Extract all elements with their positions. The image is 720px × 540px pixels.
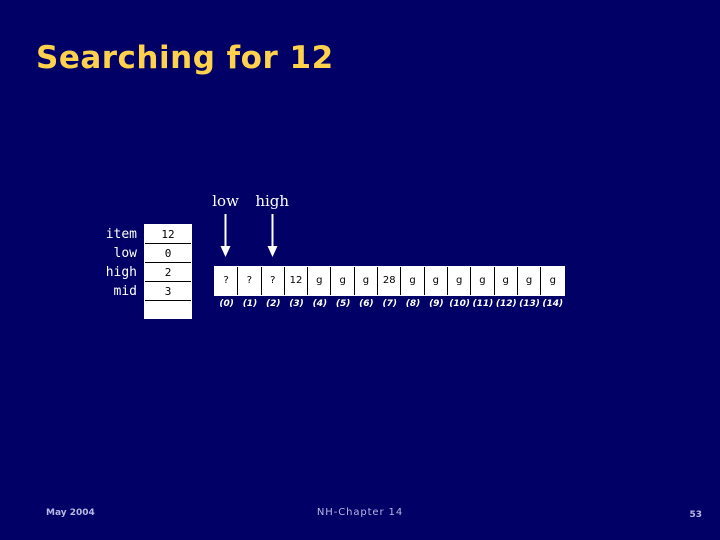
array-index: (4) (312, 299, 328, 309)
page-title: Searching for 12 (36, 40, 334, 76)
array-index: (7) (382, 299, 397, 309)
array-cell: g (425, 267, 448, 295)
array-cell: g (401, 267, 425, 295)
slide: Searching for 12 item 12 low 0 high 2 mi… (0, 0, 720, 540)
array-cell: g (471, 267, 495, 295)
pointer-high: high (242, 192, 302, 258)
array-cell: 12 (285, 267, 309, 295)
variable-value-low: 0 (164, 246, 172, 260)
array-cell: ? (238, 267, 262, 295)
variable-value-high: 2 (164, 265, 172, 279)
array-index: (8) (405, 299, 421, 309)
variable-label-high: high (105, 265, 137, 280)
array-index-labels: (0) (1) (2) (3) (4) (5) (6) (7) (8) (9) … (215, 298, 565, 310)
array-cell: 28 (378, 267, 402, 295)
array-cell: g (549, 275, 556, 286)
pointer-high-label: high (255, 192, 290, 210)
array-cell: ? (215, 267, 239, 295)
array-index: (3) (289, 299, 304, 309)
array-diagram: ? ? ? 12 g g g 28 g g g g g g g (0) (1) … (214, 266, 566, 310)
table-row: high 2 (106, 263, 191, 282)
array-index: (9) (429, 299, 444, 309)
array-index: (10) (449, 299, 470, 309)
down-arrow-icon (220, 214, 231, 257)
array-index: (0) (219, 299, 234, 309)
variable-value-item: 12 (161, 227, 175, 241)
array-index: (5) (335, 299, 351, 309)
footer-chapter: NH-Chapter 14 (316, 507, 404, 518)
array-cells: ? ? ? 12 g g g 28 g g g g g g g (214, 266, 566, 296)
array-cell: g (495, 267, 518, 295)
array-cell: g (331, 267, 355, 295)
variable-label-mid: mid (113, 284, 137, 299)
array-index: (12) (495, 299, 517, 309)
variable-value-mid: 3 (164, 284, 172, 298)
array-index: (11) (472, 299, 494, 309)
table-row: low 0 (114, 244, 191, 263)
array-index: (1) (242, 299, 258, 309)
table-row-empty (145, 301, 191, 320)
table-row: item 12 (106, 225, 191, 244)
array-cell: g (308, 267, 332, 295)
variable-table: item 12 low 0 high 2 mid 3 (106, 224, 192, 320)
array-index: (13) (519, 299, 540, 309)
array-cell: g (518, 267, 542, 295)
variable-label-empty (17, 301, 137, 320)
table-row: mid 3 (114, 282, 191, 301)
variable-label-low: low (113, 246, 137, 261)
footer-page-number: 53 (689, 510, 702, 520)
variable-value-empty (145, 301, 191, 320)
variable-label-item: item (105, 227, 137, 242)
array-cell: ? (262, 267, 285, 295)
down-arrow-icon (267, 214, 278, 257)
array-cell: g (448, 267, 472, 295)
array-index: (6) (359, 299, 374, 309)
array-cell: g (355, 267, 379, 295)
array-index: (14) (542, 299, 564, 309)
array-index: (2) (265, 299, 281, 309)
